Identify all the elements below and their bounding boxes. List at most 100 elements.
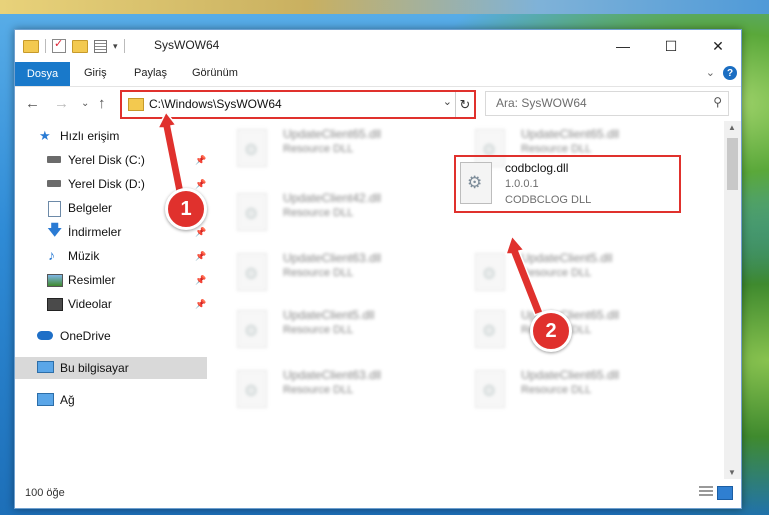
file-name: UpdateClient5.dll bbox=[521, 251, 613, 265]
sidebar-item-network[interactable]: Ağ bbox=[15, 389, 207, 411]
file-item[interactable]: UpdateClient42.dll Resource DLL bbox=[207, 187, 427, 237]
pin-icon: 📌 bbox=[195, 298, 207, 309]
search-icon[interactable]: ⚲ bbox=[713, 95, 722, 109]
file-name: UpdateClient65.dll bbox=[521, 127, 620, 141]
sidebar-item-drive-c[interactable]: Yerel Disk (C:) 📌 bbox=[15, 149, 207, 171]
ribbon-tabs: Dosya Giriş Paylaş Görünüm ⌄ ? bbox=[15, 62, 741, 87]
file-type: Resource DLL bbox=[521, 384, 592, 396]
navigation-bar: ← → ⌄ ↑ C:\Windows\SysWOW64 ⌄ ↻ Ara: Sys… bbox=[15, 87, 741, 121]
tab-home[interactable]: Giriş bbox=[84, 67, 107, 79]
file-item-codbclog[interactable]: codbclog.dll 1.0.0.1 CODBCLOG DLL bbox=[460, 159, 675, 209]
sidebar-item-label: Ağ bbox=[60, 393, 75, 407]
title-bar: ▾ SysWOW64 — ☐ ✕ bbox=[15, 30, 741, 62]
sidebar-item-label: OneDrive bbox=[60, 329, 111, 343]
cloud-icon bbox=[37, 331, 53, 340]
file-item[interactable]: UpdateClient63.dll Resource DLL bbox=[207, 364, 427, 414]
new-folder-icon[interactable] bbox=[72, 39, 88, 53]
search-input[interactable]: Ara: SysWOW64 bbox=[496, 96, 587, 110]
dll-file-icon bbox=[475, 310, 505, 348]
folder-icon bbox=[128, 98, 144, 111]
dll-file-icon bbox=[475, 253, 505, 291]
sidebar-item-label: Hızlı erişim bbox=[60, 129, 120, 143]
network-icon bbox=[37, 393, 54, 406]
scroll-down-icon[interactable]: ▼ bbox=[728, 468, 736, 477]
sidebar-item-this-pc[interactable]: Bu bilgisayar bbox=[15, 357, 207, 379]
pin-icon: 📌 bbox=[195, 154, 207, 165]
properties-check-icon[interactable] bbox=[52, 37, 66, 53]
maximize-button[interactable]: ☐ bbox=[648, 30, 694, 62]
toolbar-divider bbox=[123, 39, 125, 53]
dll-file-icon bbox=[460, 162, 492, 204]
pin-icon: 📌 bbox=[195, 226, 207, 237]
status-bar: 100 öğe bbox=[15, 479, 741, 508]
download-icon: 🡇 bbox=[47, 222, 63, 239]
pin-icon: 📌 bbox=[195, 274, 207, 285]
file-item[interactable]: UpdateClient65.dll Resource DLL bbox=[445, 364, 665, 414]
file-type: Resource DLL bbox=[521, 143, 592, 155]
pin-icon: 📌 bbox=[195, 178, 207, 189]
sidebar-item-label: Müzik bbox=[68, 249, 100, 263]
tab-share[interactable]: Paylaş bbox=[134, 67, 167, 79]
file-item[interactable]: UpdateClient65.dll Resource DLL bbox=[207, 123, 427, 173]
file-name: UpdateClient65.dll bbox=[521, 368, 620, 382]
forward-button[interactable]: → bbox=[54, 95, 69, 112]
file-name: UpdateClient5.dll bbox=[283, 308, 375, 322]
dll-file-icon bbox=[475, 370, 505, 408]
sidebar-item-label: Bu bilgisayar bbox=[60, 361, 129, 375]
customize-toolbar-chevron-icon[interactable]: ▾ bbox=[113, 41, 118, 52]
sidebar-item-music[interactable]: ♪ Müzik 📌 bbox=[15, 245, 207, 267]
file-item[interactable]: UpdateClient63.dll Resource DLL bbox=[207, 247, 427, 297]
tab-file[interactable]: Dosya bbox=[15, 62, 70, 86]
address-path[interactable]: C:\Windows\SysWOW64 bbox=[149, 97, 282, 111]
file-item[interactable]: UpdateClient5.dll Resource DLL bbox=[207, 304, 427, 354]
file-type: Resource DLL bbox=[283, 384, 354, 396]
scroll-up-icon[interactable]: ▲ bbox=[728, 123, 736, 132]
sidebar-item-onedrive[interactable]: OneDrive bbox=[15, 325, 207, 347]
file-type: Resource DLL bbox=[283, 207, 354, 219]
file-item[interactable]: UpdateClient5.dll Resource DLL bbox=[445, 247, 665, 297]
minimize-button[interactable]: — bbox=[600, 30, 646, 62]
drive-icon bbox=[47, 156, 61, 163]
vertical-scrollbar[interactable]: ▲ ▼ bbox=[724, 121, 741, 479]
sidebar-item-label: Resimler bbox=[68, 273, 116, 287]
recent-locations-chevron-icon[interactable]: ⌄ bbox=[81, 98, 89, 109]
address-bar[interactable]: C:\Windows\SysWOW64 ⌄ ↻ bbox=[120, 90, 476, 119]
search-box[interactable]: Ara: SysWOW64 ⚲ bbox=[485, 91, 729, 116]
sidebar-item-pictures[interactable]: Resimler 📌 bbox=[15, 269, 207, 291]
close-button[interactable]: ✕ bbox=[695, 30, 741, 62]
up-button[interactable]: ↑ bbox=[98, 95, 106, 112]
sidebar-item-label: Yerel Disk (D:) bbox=[68, 177, 145, 191]
music-icon: ♪ bbox=[48, 247, 55, 263]
view-options-icon[interactable] bbox=[94, 39, 107, 53]
address-dropdown-icon[interactable]: ⌄ bbox=[443, 95, 452, 108]
computer-icon bbox=[37, 361, 54, 373]
large-icons-view-icon[interactable] bbox=[717, 486, 733, 500]
scrollbar-thumb[interactable] bbox=[727, 138, 738, 190]
help-icon[interactable]: ? bbox=[723, 66, 737, 80]
file-type: Resource DLL bbox=[283, 267, 354, 279]
sidebar-item-videos[interactable]: Videolar 📌 bbox=[15, 293, 207, 315]
refresh-button[interactable]: ↻ bbox=[455, 92, 474, 117]
navigation-pane: ★ Hızlı erişim Yerel Disk (C:) 📌 Yerel D… bbox=[15, 121, 207, 479]
file-name: UpdateClient42.dll bbox=[283, 191, 382, 205]
step-1-badge: 1 bbox=[165, 188, 207, 230]
sidebar-item-label: İndirmeler bbox=[68, 225, 122, 239]
sidebar-item-label: Videolar bbox=[68, 297, 112, 311]
dll-file-icon bbox=[237, 193, 267, 231]
drive-icon bbox=[47, 180, 61, 187]
file-type: Resource DLL bbox=[283, 324, 354, 336]
details-view-icon[interactable] bbox=[699, 486, 713, 498]
quick-access-toolbar: ▾ bbox=[23, 37, 125, 55]
pin-icon: 📌 bbox=[195, 250, 207, 261]
item-count: 100 öğe bbox=[25, 487, 65, 499]
sidebar-item-label: Yerel Disk (C:) bbox=[68, 153, 145, 167]
file-explorer-window: ▾ SysWOW64 — ☐ ✕ Dosya Giriş Paylaş Görü… bbox=[14, 29, 742, 509]
sidebar-item-quick-access[interactable]: ★ Hızlı erişim bbox=[15, 125, 207, 147]
tab-view[interactable]: Görünüm bbox=[192, 67, 238, 79]
folder-icon bbox=[23, 39, 39, 53]
expand-ribbon-chevron-icon[interactable]: ⌄ bbox=[706, 66, 715, 79]
dll-file-icon bbox=[237, 129, 267, 167]
videos-icon bbox=[47, 298, 63, 311]
back-button[interactable]: ← bbox=[25, 95, 40, 112]
toolbar-divider bbox=[45, 39, 46, 53]
